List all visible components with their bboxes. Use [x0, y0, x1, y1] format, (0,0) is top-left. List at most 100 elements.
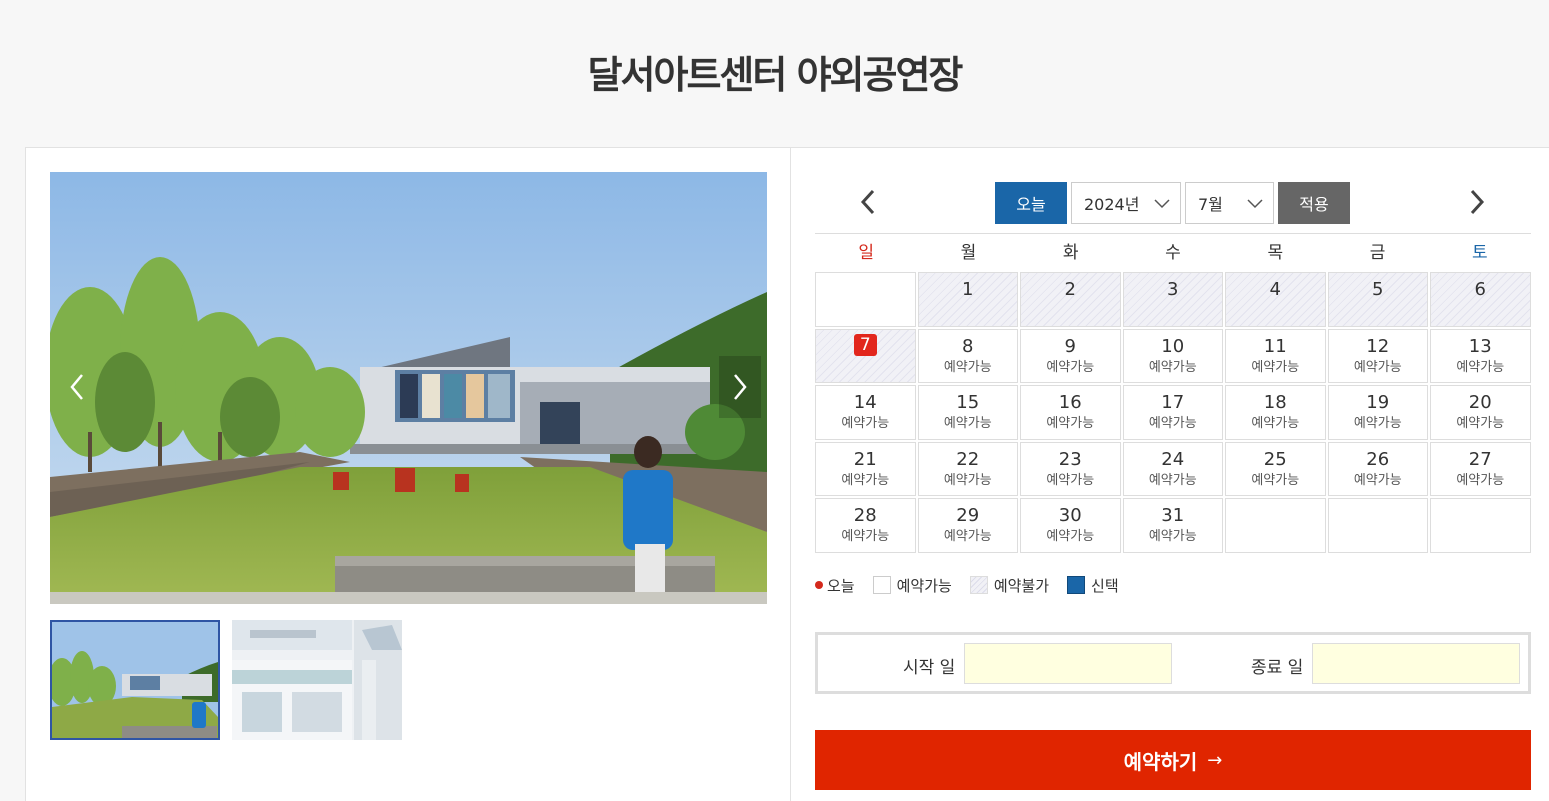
calendar-day[interactable]: 18 예약가능 [1225, 385, 1326, 440]
start-date-label: 시작 일 [903, 658, 956, 678]
calendar-day[interactable]: 26 예약가능 [1327, 441, 1428, 496]
legend-available: 예약가능 [872, 575, 952, 596]
selected-swatch-icon [1067, 576, 1086, 594]
chevron-down-icon [1247, 199, 1263, 209]
day-number: 28 [853, 505, 877, 526]
calendar-day[interactable]: 15 예약가능 [917, 385, 1018, 440]
calendar-day[interactable]: 8 예약가능 [917, 328, 1018, 383]
legend-today-label: 오늘 [827, 576, 855, 595]
day-number: 30 [1058, 505, 1082, 526]
weekday-header: 일 월 화 수 목 금 토 [815, 240, 1531, 270]
calendar-day[interactable]: 20 예약가능 [1430, 385, 1531, 440]
day-status: 예약가능 [1046, 529, 1095, 544]
reserve-button[interactable]: 예약하기 → [815, 730, 1531, 790]
calendar-day: 2 [1020, 272, 1121, 327]
day-status: 예약가능 [1046, 472, 1095, 488]
next-month-button[interactable] [1457, 180, 1497, 224]
day-number: 8 [962, 335, 974, 357]
panel-divider [790, 147, 791, 801]
calendar-day[interactable]: 9 예약가능 [1020, 328, 1121, 383]
start-date-input[interactable] [964, 643, 1172, 684]
day-status: 예약가능 [841, 472, 890, 488]
slide-prev-button[interactable] [56, 356, 98, 418]
weekday-wed: 수 [1165, 243, 1181, 263]
day-number: 11 [1263, 335, 1287, 357]
end-date-input[interactable] [1312, 643, 1520, 684]
year-select[interactable]: 2024년 [1071, 182, 1181, 224]
calendar-day[interactable]: 23 예약가능 [1020, 441, 1121, 496]
day-status: 예약가능 [943, 472, 992, 488]
day-status: 예약가능 [943, 359, 992, 375]
day-number: 18 [1263, 392, 1287, 413]
day-number: 1 [962, 279, 974, 300]
apply-button[interactable]: 적용 [1278, 182, 1350, 224]
day-status: 예약가능 [1456, 472, 1505, 488]
calendar-legend: 오늘 예약가능 예약불가 신택 [815, 574, 1137, 596]
weekday-sun: 일 [858, 243, 874, 263]
day-number: 19 [1366, 392, 1390, 413]
calendar-day[interactable]: 21 예약가능 [815, 441, 916, 496]
calendar-divider [815, 233, 1531, 234]
month-select[interactable]: 7월 [1185, 182, 1274, 224]
chevron-right-icon [734, 374, 747, 400]
calendar-cell-empty [1225, 498, 1326, 553]
day-number: 21 [853, 448, 877, 470]
calendar-day: 4 [1225, 272, 1326, 327]
day-status: 예약가능 [841, 416, 890, 431]
day-number: 2 [1064, 279, 1076, 300]
calendar-day[interactable]: 30 예약가능 [1020, 498, 1121, 553]
legend-selected-label: 신택 [1091, 576, 1119, 595]
day-status: 예약가능 [1353, 416, 1402, 431]
day-number: 3 [1167, 279, 1179, 300]
day-status: 예약가능 [1148, 529, 1197, 544]
calendar-day[interactable]: 19 예약가능 [1327, 385, 1428, 440]
day-number: 16 [1058, 392, 1082, 413]
main-photo [50, 172, 767, 604]
day-status: 예약가능 [943, 529, 992, 544]
slide-next-button[interactable] [719, 356, 761, 418]
day-number: 17 [1161, 392, 1185, 413]
thumb-building-entrance[interactable] [232, 620, 402, 740]
calendar-day[interactable]: 14 예약가능 [815, 385, 916, 440]
day-number: 23 [1058, 448, 1082, 470]
day-number: 15 [956, 392, 980, 413]
day-status: 예약가능 [1456, 416, 1505, 431]
calendar-day[interactable]: 16 예약가능 [1020, 385, 1121, 440]
calendar-day[interactable]: 10 예약가능 [1122, 328, 1223, 383]
chevron-right-icon [1470, 189, 1485, 215]
calendar-day[interactable]: 11 예약가능 [1225, 328, 1326, 383]
calendar-cell-empty [1430, 498, 1531, 553]
legend-selected: 신택 [1067, 575, 1119, 596]
day-number: 29 [956, 505, 980, 526]
calendar-day[interactable]: 13 예약가능 [1430, 328, 1531, 383]
calendar-day[interactable]: 27 예약가능 [1430, 441, 1531, 496]
calendar-cell-empty [1327, 498, 1428, 553]
chevron-down-icon [1154, 199, 1170, 209]
calendar-day[interactable]: 17 예약가능 [1122, 385, 1223, 440]
calendar-day[interactable]: 22 예약가능 [917, 441, 1018, 496]
today-badge: 7 [853, 333, 877, 356]
day-number: 27 [1468, 448, 1492, 470]
prev-month-button[interactable] [848, 180, 888, 224]
day-number: 6 [1474, 279, 1486, 300]
day-number: 13 [1468, 335, 1492, 357]
day-status: 예약가능 [1251, 472, 1300, 488]
unavailable-swatch-icon [969, 576, 988, 594]
day-number: 5 [1372, 279, 1384, 300]
calendar-day: 6 [1430, 272, 1531, 327]
weekday-mon: 월 [960, 243, 977, 263]
calendar-day[interactable]: 12 예약가능 [1327, 328, 1428, 383]
calendar-day[interactable]: 31 예약가능 [1122, 498, 1223, 553]
chevron-left-icon [70, 374, 83, 400]
thumb-outdoor-stage[interactable] [50, 620, 220, 740]
calendar-day: 5 [1327, 272, 1428, 327]
calendar-day[interactable]: 29 예약가능 [917, 498, 1018, 553]
calendar-day[interactable]: 24 예약가능 [1122, 441, 1223, 496]
calendar-day[interactable]: 25 예약가능 [1225, 441, 1326, 496]
day-status: 예약가능 [1251, 416, 1300, 431]
today-button[interactable]: 오늘 [995, 182, 1067, 224]
calendar-day[interactable]: 28 예약가능 [815, 498, 916, 553]
day-status: 예약가능 [1251, 359, 1300, 375]
calendar-day: 7 [815, 328, 916, 383]
date-range-box: 시작 일 종료 일 [815, 632, 1531, 694]
